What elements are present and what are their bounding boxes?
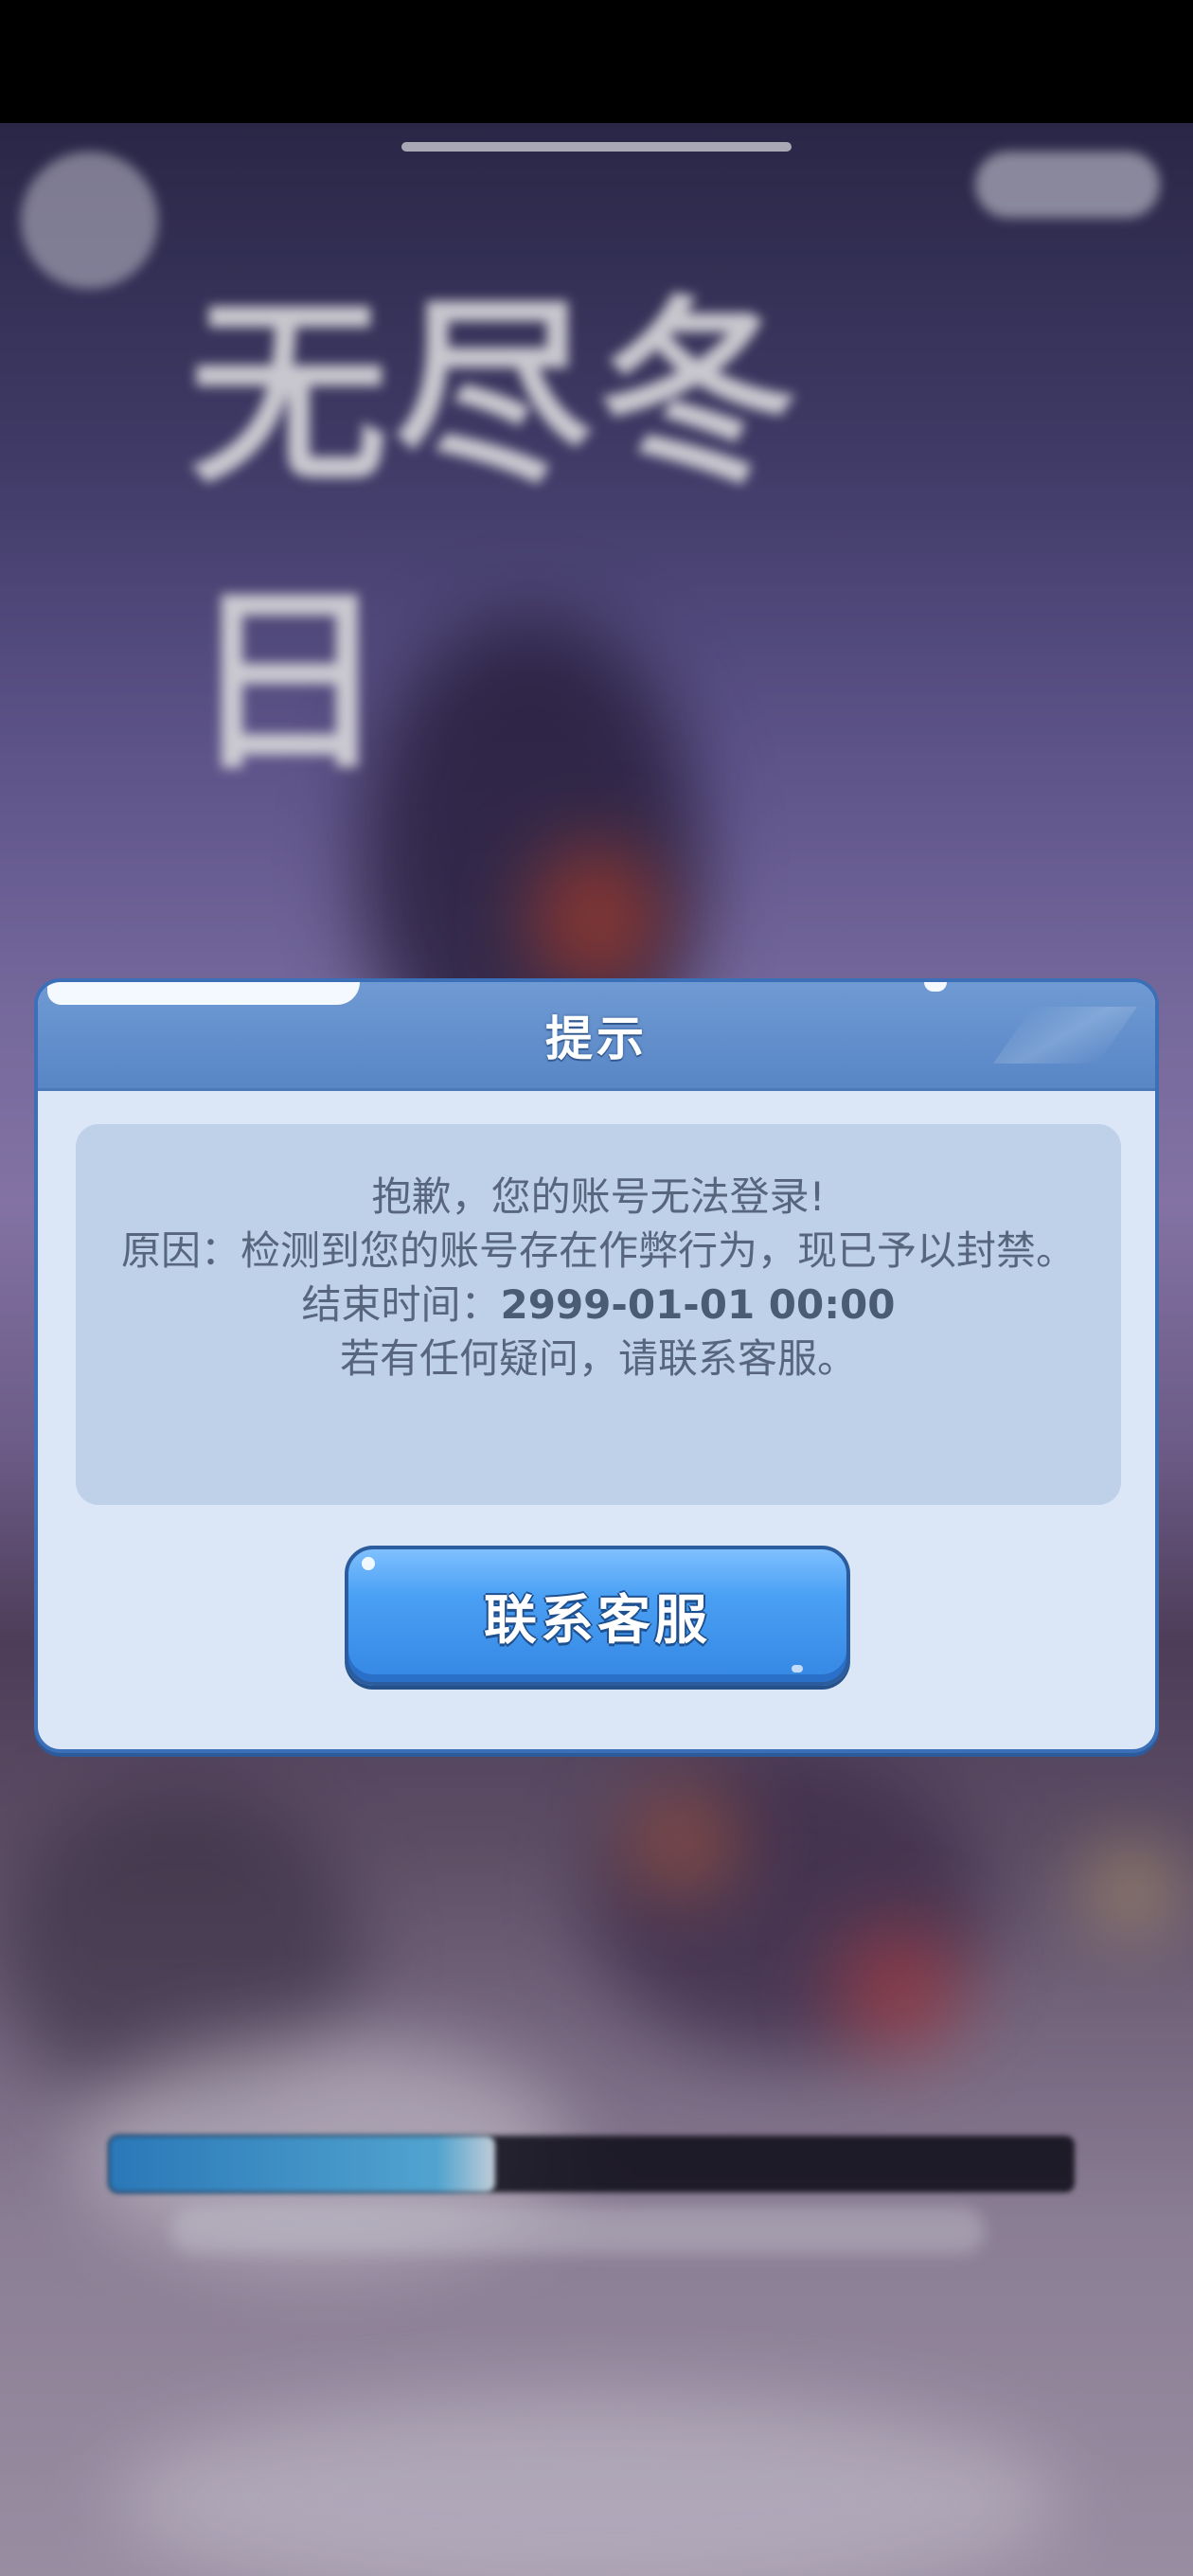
header-ice-decoration xyxy=(992,1007,1138,1064)
end-time-label: 结束时间： xyxy=(301,1281,501,1328)
ban-notice-dialog: 提示 抱歉，您的账号无法登录! 原因：检测到您的账号存在作弊行为，现已予以封禁。… xyxy=(34,978,1159,1753)
message-line-contact: 若有任何疑问，请联系客服。 xyxy=(339,1335,857,1382)
dialog-title: 提示 xyxy=(545,1011,648,1066)
contact-support-label: 联系客服 xyxy=(484,1589,711,1652)
status-bar xyxy=(0,0,1193,123)
message-line-end-time: 结束时间：2999-01-01 00:00 xyxy=(104,1278,1093,1332)
contact-support-button[interactable]: 联系客服 xyxy=(345,1546,850,1686)
message-box: 抱歉，您的账号无法登录! 原因：检测到您的账号存在作弊行为，现已予以封禁。 结束… xyxy=(76,1124,1121,1505)
dialog-header: 提示 xyxy=(38,982,1155,1091)
message-line-reason: 原因：检测到您的账号存在作弊行为，现已予以封禁。 xyxy=(120,1227,1076,1274)
snow-decoration-small xyxy=(924,982,947,992)
snow-decoration xyxy=(47,982,360,1005)
end-time-value: 2999-01-01 00:00 xyxy=(500,1281,896,1328)
button-highlight xyxy=(362,1557,375,1570)
message-line-apology: 抱歉，您的账号无法登录! xyxy=(371,1173,826,1220)
button-highlight-small xyxy=(792,1665,803,1673)
